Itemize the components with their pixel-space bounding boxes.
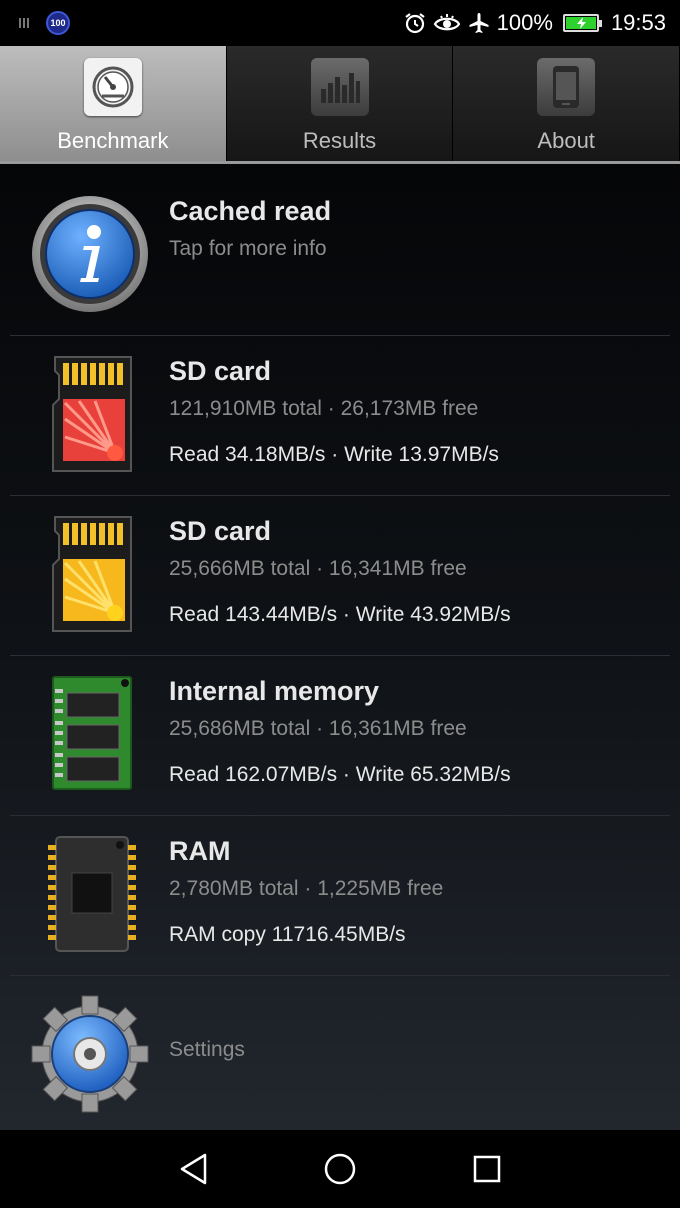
back-icon <box>181 1153 207 1185</box>
recents-icon <box>473 1155 500 1183</box>
sd-card-red-icon <box>30 354 150 474</box>
list-item-cached-read[interactable]: Cached read Tap for more info <box>10 164 670 336</box>
item-subtitle: 121,910MB total · 26,173MB free <box>169 397 479 420</box>
tab-bar: Benchmark Results About <box>0 46 680 164</box>
airplane-icon <box>469 13 489 33</box>
back-button[interactable] <box>163 1139 223 1199</box>
item-speed: Read 162.07MB/s · Write 65.32MB/s <box>169 763 511 786</box>
notification-badge: 100 <box>46 11 70 35</box>
alarm-icon <box>404 13 425 34</box>
item-title: RAM <box>169 836 231 866</box>
speedometer-icon <box>83 58 142 116</box>
tab-label: Results <box>302 128 377 153</box>
tab-label: Benchmark <box>57 128 169 153</box>
list-item-internal-memory[interactable]: Internal memory 25,686MB total · 16,361M… <box>10 656 670 816</box>
phone-icon <box>537 58 596 116</box>
item-title: SD card <box>169 356 272 386</box>
recents-button[interactable] <box>457 1139 517 1199</box>
ram-chip-icon <box>30 834 150 954</box>
list-item-sd-card[interactable]: SD card 121,910MB total · 26,173MB free … <box>10 336 670 496</box>
item-speed: Read 34.18MB/s · Write 13.97MB/s <box>169 443 499 466</box>
benchmark-list: Cached read Tap for more info SD card 12… <box>0 164 680 1130</box>
home-button[interactable] <box>310 1139 370 1199</box>
item-subtitle: 25,666MB total · 16,341MB free <box>169 557 467 580</box>
clock: 19:53 <box>610 10 666 35</box>
item-title: Internal memory <box>169 676 380 706</box>
tab-benchmark[interactable]: Benchmark <box>0 46 227 161</box>
bar-chart-icon <box>310 58 369 116</box>
navigation-bar <box>0 1130 680 1208</box>
list-item-settings[interactable]: Settings <box>10 976 670 1130</box>
item-speed: RAM copy 11716.45MB/s <box>169 923 406 946</box>
item-speed: Read 143.44MB/s · Write 43.92MB/s <box>169 603 511 626</box>
info-icon <box>30 194 150 314</box>
home-icon <box>324 1153 356 1185</box>
memory-chip-icon <box>30 674 150 794</box>
item-subtitle: Tap for more info <box>169 237 327 260</box>
item-subtitle: 2,780MB total · 1,225MB free <box>169 877 444 900</box>
item-title: Cached read <box>169 196 332 226</box>
battery-charging-icon <box>562 14 602 32</box>
item-title: Settings <box>169 1038 245 1061</box>
tab-about[interactable]: About <box>453 46 680 161</box>
battery-percent: 100% <box>496 10 553 35</box>
status-bar: 100 100% 19:53 <box>0 0 680 46</box>
list-item-ram[interactable]: RAM 2,780MB total · 1,225MB free RAM cop… <box>10 816 670 976</box>
tab-results[interactable]: Results <box>226 46 454 161</box>
item-title: SD card <box>169 516 272 546</box>
signal-icon <box>19 18 29 28</box>
list-item-sd-card[interactable]: SD card 25,666MB total · 16,341MB free R… <box>10 496 670 656</box>
settings-gear-icon <box>30 994 150 1114</box>
eye-icon <box>433 14 460 31</box>
tab-label: About <box>537 128 595 153</box>
item-subtitle: 25,686MB total · 16,361MB free <box>169 717 467 740</box>
sd-card-yellow-icon <box>30 514 150 634</box>
